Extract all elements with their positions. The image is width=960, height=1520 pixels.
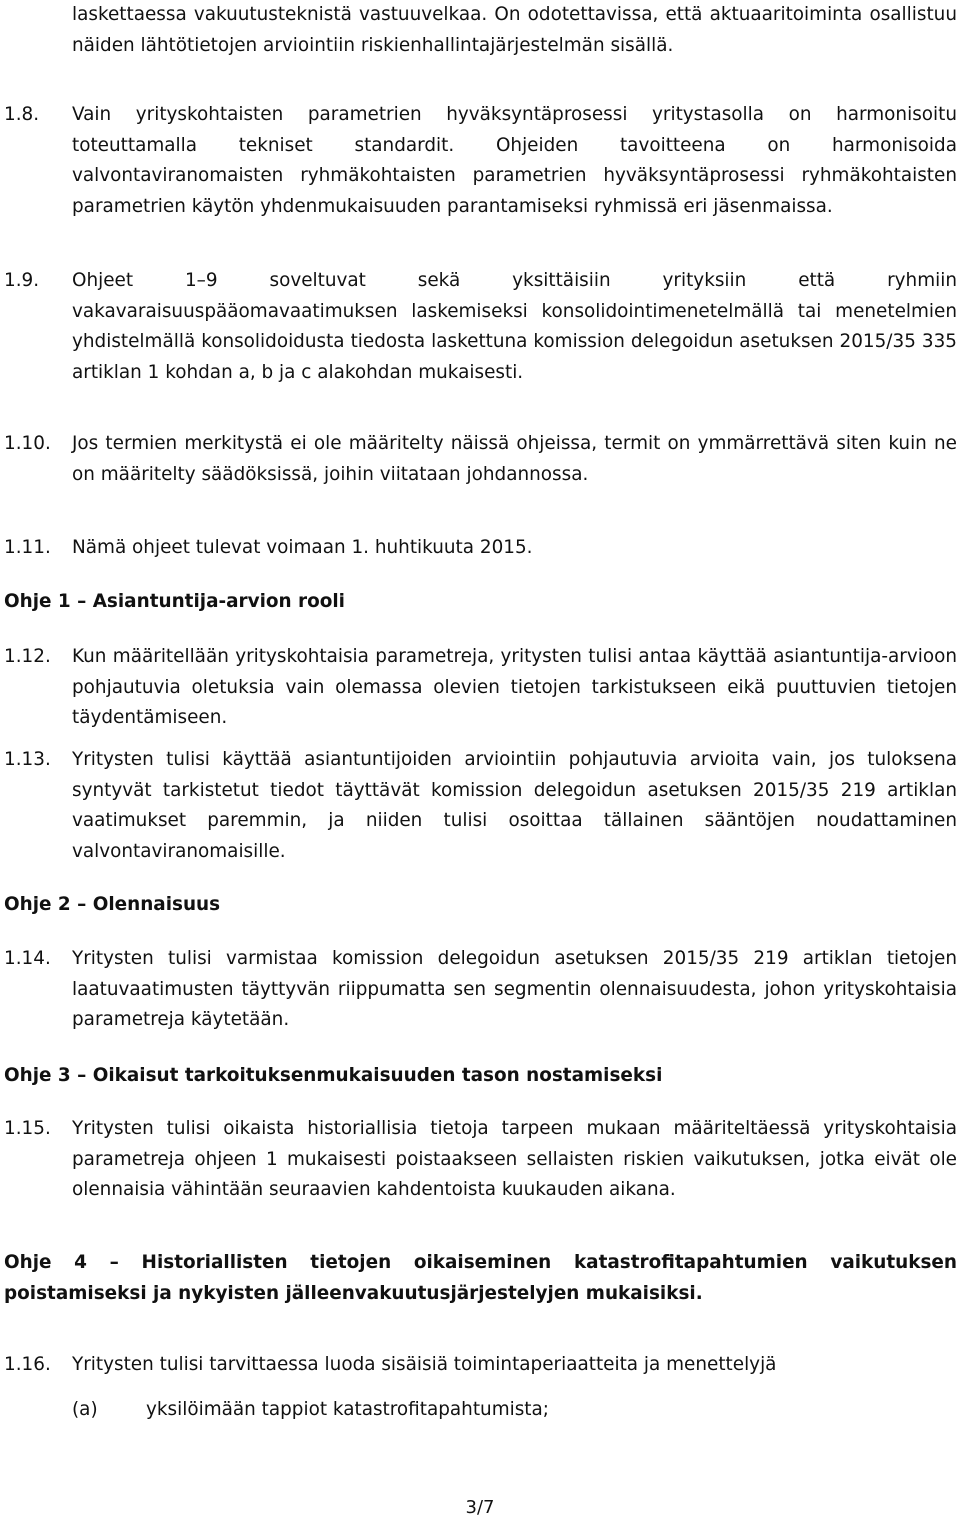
paragraph-number: 1.15. [4,1118,51,1139]
paragraph-number: 1.8. [4,104,40,125]
paragraph-text: Yritysten tulisi oikaista historiallisia… [72,1118,957,1201]
section-heading-ohje-3: Ohje 3 – Oikaisut tarkoituksenmukaisuude… [4,1065,663,1086]
page-number: 3/7 [465,1497,495,1518]
paragraph-text: laskettaessa vakuutusteknistä vastuuvelk… [72,4,957,56]
paragraph-number: 1.14. [4,948,51,969]
paragraph-1-8: 1.8. Vain yrityskohtaisten parametrien h… [4,100,957,222]
paragraph-1-12: 1.12. Kun määritellään yrityskohtaisia p… [4,642,957,734]
paragraph-1-10: 1.10. Jos termien merkitystä ei ole määr… [4,429,957,490]
paragraph-text: Kun määritellään yrityskohtaisia paramet… [72,646,957,729]
paragraph-text: Nämä ohjeet tulevat voimaan 1. huhtikuut… [72,537,533,558]
paragraph-number: 1.9. [4,270,40,291]
paragraph-text: Vain yrityskohtaisten parametrien hyväks… [72,104,957,217]
paragraph-1-16: 1.16. Yritysten tulisi tarvittaessa luod… [4,1350,957,1381]
paragraph-number: 1.13. [4,749,51,770]
paragraph-1-15: 1.15. Yritysten tulisi oikaista historia… [4,1114,957,1206]
paragraph-text: Yritysten tulisi käyttää asiantuntijoide… [72,749,957,862]
sub-item-text: yksilöimään tappiot katastrofitapahtumis… [146,1399,549,1420]
document-page: laskettaessa vakuutusteknistä vastuuvelk… [0,0,960,1520]
paragraph-1-9: 1.9. Ohjeet 1–9 soveltuvat sekä yksittäi… [4,266,957,388]
continuation-paragraph: laskettaessa vakuutusteknistä vastuuvelk… [4,0,957,61]
paragraph-1-14: 1.14. Yritysten tulisi varmistaa komissi… [4,944,957,1036]
paragraph-text: Yritysten tulisi tarvittaessa luoda sisä… [72,1354,777,1375]
paragraph-text: Ohjeet 1–9 soveltuvat sekä yksittäisiin … [72,270,957,383]
paragraph-1-11: 1.11. Nämä ohjeet tulevat voimaan 1. huh… [4,533,957,564]
paragraph-number: 1.16. [4,1354,51,1375]
sub-item-label: (a) [72,1399,98,1420]
section-heading-ohje-1: Ohje 1 – Asiantuntija-arvion rooli [4,591,345,612]
section-heading-ohje-2: Ohje 2 – Olennaisuus [4,894,221,915]
section-heading-ohje-4: Ohje 4 – Historiallisten tietojen oikais… [4,1252,957,1304]
paragraph-number: 1.12. [4,646,51,667]
sub-item-a: (a) yksilöimään tappiot katastrofitapaht… [4,1395,960,1426]
paragraph-text: Yritysten tulisi varmistaa komission del… [72,948,957,1031]
paragraph-text: Jos termien merkitystä ei ole määritelty… [72,433,957,485]
paragraph-1-13: 1.13. Yritysten tulisi käyttää asiantunt… [4,745,957,867]
paragraph-number: 1.10. [4,433,51,454]
paragraph-number: 1.11. [4,537,51,558]
